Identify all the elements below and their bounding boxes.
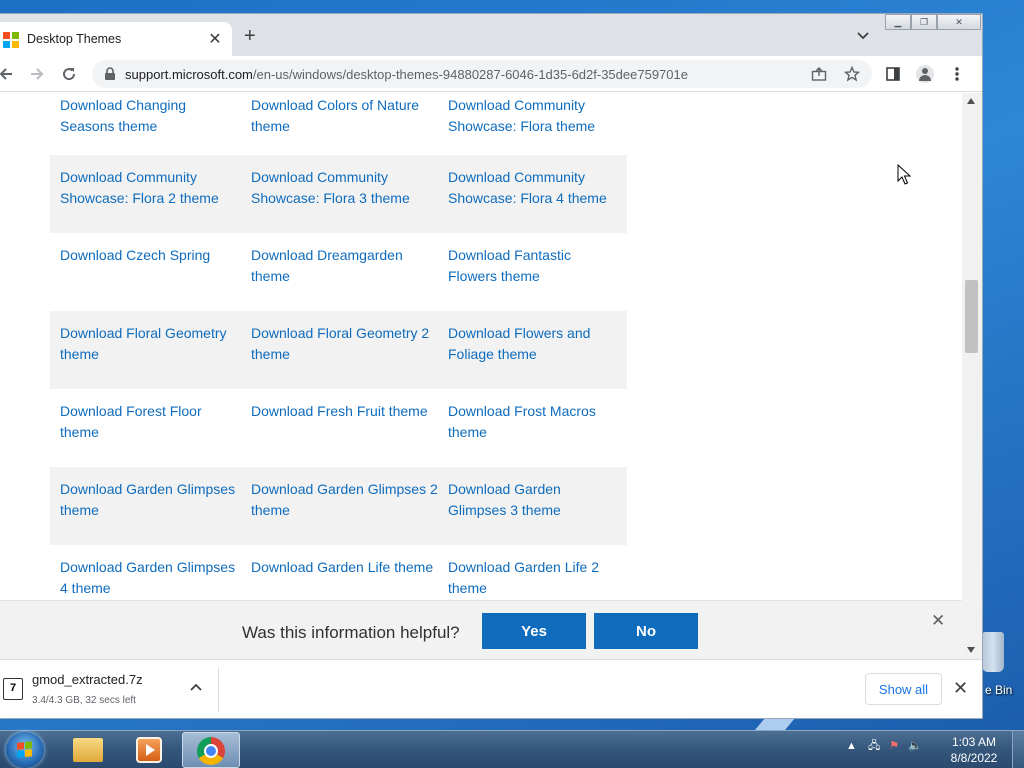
theme-link[interactable]: Download Floral Geometry 2 theme bbox=[241, 311, 438, 389]
volume-icon[interactable]: 🔈 bbox=[908, 740, 922, 752]
page-content: Download Changing Seasons theme Download… bbox=[0, 93, 962, 600]
download-status: 3.4/4.3 GB, 32 secs left bbox=[32, 695, 136, 706]
start-button[interactable] bbox=[6, 732, 44, 768]
theme-link[interactable]: Download Fantastic Flowers theme bbox=[438, 233, 627, 311]
divider bbox=[218, 668, 219, 712]
menu-kebab-icon[interactable] bbox=[953, 66, 961, 82]
wallpaper-streak bbox=[754, 718, 796, 730]
close-window-button[interactable]: ✕ bbox=[937, 14, 981, 30]
tab-search-chevron-icon[interactable] bbox=[856, 29, 870, 43]
page-scrollbar[interactable] bbox=[962, 93, 982, 673]
table-row: Download Garden Glimpses 4 theme Downloa… bbox=[50, 545, 627, 600]
clock-date: 8/8/2022 bbox=[950, 751, 998, 765]
windows-logo-icon bbox=[17, 741, 33, 759]
side-panel-icon[interactable] bbox=[886, 67, 900, 81]
bookmark-star-icon[interactable] bbox=[844, 66, 860, 82]
network-icon[interactable]: 🖧 bbox=[868, 740, 880, 752]
table-row: Download Floral Geometry theme Download … bbox=[50, 311, 627, 389]
theme-link[interactable]: Download Community Showcase: Flora 4 the… bbox=[438, 155, 627, 233]
scrollbar-thumb[interactable] bbox=[965, 280, 978, 353]
theme-link[interactable]: Download Community Showcase: Flora 2 the… bbox=[50, 155, 241, 233]
theme-link[interactable]: Download Garden Glimpses 3 theme bbox=[438, 467, 627, 545]
url-text: support.microsoft.com/en-us/windows/desk… bbox=[125, 67, 688, 82]
lock-icon[interactable] bbox=[104, 67, 116, 81]
show-desktop-button[interactable] bbox=[1012, 731, 1024, 768]
theme-link[interactable]: Download Dreamgarden theme bbox=[241, 233, 438, 311]
7z-file-icon: 7 bbox=[3, 678, 23, 700]
scroll-down-arrow-icon[interactable] bbox=[967, 647, 975, 653]
download-bar-close-icon[interactable]: ✕ bbox=[953, 678, 968, 699]
title-bar: Desktop Themes ✕ + ▁ ❐ ✕ bbox=[0, 14, 982, 56]
forward-arrow-icon[interactable] bbox=[27, 64, 47, 84]
recycle-bin-label: e Bin bbox=[985, 683, 1013, 697]
tab-desktop-themes[interactable]: Desktop Themes ✕ bbox=[0, 22, 232, 56]
chrome-icon bbox=[197, 737, 225, 765]
clock-time: 1:03 AM bbox=[951, 735, 997, 749]
taskbar-explorer-button[interactable] bbox=[58, 732, 116, 768]
recycle-bin-icon[interactable] bbox=[982, 632, 1004, 672]
theme-link[interactable]: Download Forest Floor theme bbox=[50, 389, 241, 467]
chrome-window: Desktop Themes ✕ + ▁ ❐ ✕ support.microso… bbox=[0, 14, 982, 718]
feedback-bar: Was this information helpful? Yes No ✕ bbox=[0, 600, 962, 659]
theme-link[interactable]: Download Community Showcase: Flora theme bbox=[438, 95, 627, 155]
tab-close-icon[interactable]: ✕ bbox=[207, 29, 223, 49]
table-row: Download Forest Floor theme Download Fre… bbox=[50, 389, 627, 467]
taskbar-media-player-button[interactable] bbox=[120, 732, 178, 768]
new-tab-icon[interactable]: + bbox=[244, 26, 256, 46]
table-row: Download Garden Glimpses theme Download … bbox=[50, 467, 627, 545]
taskbar-clock[interactable]: 1:03 AM 8/8/2022 bbox=[945, 734, 1003, 766]
feedback-question: Was this information helpful? bbox=[242, 623, 460, 642]
folder-icon bbox=[73, 738, 103, 762]
address-bar[interactable]: support.microsoft.com/en-us/windows/desk… bbox=[92, 60, 872, 88]
themes-table: Download Changing Seasons theme Download… bbox=[50, 93, 627, 600]
theme-link[interactable]: Download Community Showcase: Flora 3 the… bbox=[241, 155, 438, 233]
feedback-close-icon[interactable]: ✕ bbox=[931, 611, 945, 631]
reload-icon[interactable] bbox=[59, 64, 79, 84]
browser-toolbar: support.microsoft.com/en-us/windows/desk… bbox=[0, 56, 982, 92]
theme-link[interactable]: Download Garden Life 2 theme bbox=[438, 545, 627, 600]
tab-title: Desktop Themes bbox=[27, 32, 122, 46]
table-row: Download Changing Seasons theme Download… bbox=[50, 93, 627, 155]
theme-link[interactable]: Download Frost Macros theme bbox=[438, 389, 627, 467]
media-player-icon bbox=[136, 737, 162, 763]
theme-link[interactable]: Download Garden Glimpses 2 theme bbox=[241, 467, 438, 545]
back-arrow-icon[interactable] bbox=[0, 64, 16, 84]
feedback-no-button[interactable]: No bbox=[594, 613, 698, 649]
minimize-button[interactable]: ▁ bbox=[885, 14, 911, 30]
feedback-yes-button[interactable]: Yes bbox=[482, 613, 586, 649]
theme-link[interactable]: Download Changing Seasons theme bbox=[50, 95, 241, 155]
system-tray: ▲ 🖧 ⚑ 🔈 bbox=[846, 737, 922, 756]
microsoft-logo-icon bbox=[3, 32, 19, 48]
theme-link[interactable]: Download Garden Glimpses 4 theme bbox=[50, 545, 241, 600]
theme-link[interactable]: Download Czech Spring bbox=[50, 233, 241, 311]
action-center-icon[interactable]: ⚑ bbox=[889, 740, 899, 752]
scroll-up-arrow-icon[interactable] bbox=[967, 98, 975, 104]
download-bar: 7 gmod_extracted.7z 3.4/4.3 GB, 32 secs … bbox=[0, 659, 982, 718]
taskbar: ▲ 🖧 ⚑ 🔈 1:03 AM 8/8/2022 bbox=[0, 730, 1024, 768]
chevron-up-icon[interactable] bbox=[189, 682, 203, 692]
profile-avatar-icon[interactable] bbox=[916, 65, 934, 83]
theme-link[interactable]: Download Garden Life theme bbox=[241, 545, 438, 600]
download-file-name[interactable]: gmod_extracted.7z bbox=[32, 672, 143, 687]
tray-expand-icon[interactable]: ▲ bbox=[846, 740, 857, 752]
theme-link[interactable]: Download Garden Glimpses theme bbox=[50, 467, 241, 545]
table-row: Download Czech Spring Download Dreamgard… bbox=[50, 233, 627, 311]
theme-link[interactable]: Download Flowers and Foliage theme bbox=[438, 311, 627, 389]
mouse-cursor-icon bbox=[897, 164, 911, 185]
restore-button[interactable]: ❐ bbox=[911, 14, 937, 30]
show-all-button[interactable]: Show all bbox=[865, 673, 942, 705]
taskbar-chrome-button[interactable] bbox=[182, 732, 240, 768]
theme-link[interactable]: Download Colors of Nature theme bbox=[241, 95, 438, 155]
theme-link[interactable]: Download Floral Geometry theme bbox=[50, 311, 241, 389]
share-icon[interactable] bbox=[811, 67, 827, 81]
table-row: Download Community Showcase: Flora 2 the… bbox=[50, 155, 627, 233]
theme-link[interactable]: Download Fresh Fruit theme bbox=[241, 389, 438, 467]
